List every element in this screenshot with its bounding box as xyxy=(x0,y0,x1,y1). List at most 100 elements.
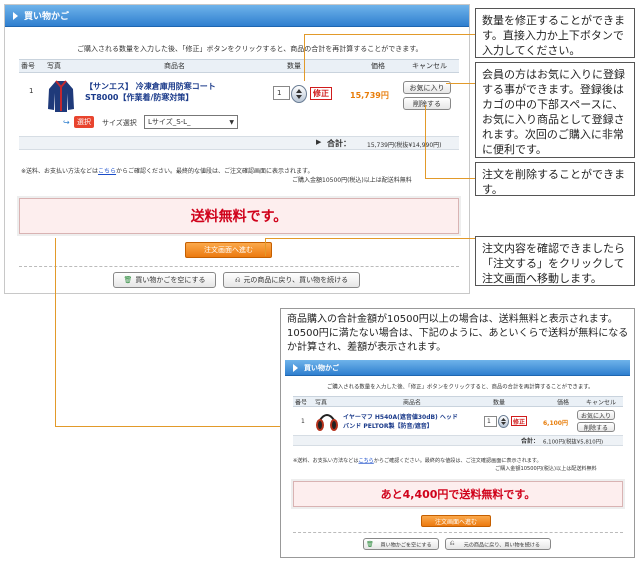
ex-item-price: 6,100円 xyxy=(543,420,568,427)
ex-free-shipping-threshold: ご購入金額10500円(税込)以上は配送料無料 xyxy=(495,465,597,472)
example-title: 買い物かご xyxy=(304,363,339,372)
ex-col-photo: 写真 xyxy=(315,399,328,406)
ex-col-price: 価格 xyxy=(557,399,570,406)
ex-quantity-input[interactable]: 1 xyxy=(484,416,497,427)
ex-item-name-line2: バンド PELTOR製【防音/遮音】 xyxy=(343,423,433,430)
favorite-button[interactable]: お気に入り xyxy=(403,81,451,94)
shipping-info-link[interactable]: こちら xyxy=(98,168,116,175)
option-badge: 選択 xyxy=(74,116,94,128)
example-header: 買い物かご xyxy=(285,360,630,376)
col-name: 商品名 xyxy=(164,62,185,70)
ex-col-quantity: 数量 xyxy=(493,399,506,406)
leader-fav-h xyxy=(446,83,475,84)
leader-qty-v xyxy=(304,34,305,81)
col-price: 価格 xyxy=(371,62,385,70)
leader-del-h xyxy=(425,178,475,179)
ex-empty-cart-label: 買い物かごを空にする xyxy=(380,541,432,548)
ex-free-shipping-box: あと4,400円で送料無料です。 xyxy=(291,479,625,509)
free-shipping-threshold: ご購入金額10500円(税込)以上は配送料無料 xyxy=(292,177,412,184)
size-select[interactable]: Lサイズ_S-L_ ▼ xyxy=(144,115,238,129)
col-quantity: 数量 xyxy=(287,62,301,70)
cart-title: 買い物かご xyxy=(24,12,70,22)
back-icon: ⎌ xyxy=(234,275,241,284)
note-quantity: 数量を修正することができます。直接入力か上下ボタンで入力してください。 xyxy=(475,8,635,58)
leader-order-h xyxy=(265,238,475,239)
earmuff-photo[interactable] xyxy=(315,410,339,434)
note-order: 注文内容を確認できましたら「注文する」をクリックして注文画面へ移動します。 xyxy=(475,236,635,286)
col-number: 番号 xyxy=(21,62,35,70)
divider xyxy=(19,266,459,267)
empty-cart-label: 買い物かごを空にする xyxy=(135,276,206,284)
leader-qty-h xyxy=(304,34,475,35)
example-panel: 商品購入の合計金額が10500円以上の場合は、送料無料と表示されます。10500… xyxy=(280,308,635,558)
cart-panel: 買い物かご ご購入される数量を入力した後、「修正」ボタンをクリックすると、商品の… xyxy=(4,4,470,294)
col-photo: 写真 xyxy=(47,62,61,70)
example-instructions: ご購入される数量を入力した後、「修正」ボタンをクリックすると、商品の合計を再計算… xyxy=(327,383,594,391)
item-price: 15,739円 xyxy=(350,91,389,100)
continue-label: 元の商品に戻り、買い物を続ける xyxy=(243,276,349,284)
ex-fix-button[interactable]: 修正 xyxy=(511,416,527,426)
item-name[interactable]: 【サンエス】 冷凍倉庫用防寒コート ST8000【作業着/防寒対策】 xyxy=(85,81,216,103)
size-label: サイズ選択 xyxy=(102,119,137,127)
size-select-value: Lサイズ_S-L_ xyxy=(148,118,191,126)
item-name-line1: 【サンエス】 冷凍倉庫用防寒コート xyxy=(85,82,216,91)
ex-col-name: 商品名 xyxy=(403,399,422,406)
ex-shipping-note: ※送料、お支払い方法などはこちらからご確認ください。最終的な値段は、ご注文確認画… xyxy=(293,456,542,464)
ex-favorite-button[interactable]: お気に入り xyxy=(577,410,615,420)
empty-cart-button[interactable]: 🗑 買い物かごを空にする xyxy=(113,272,216,288)
col-cancel: キャンセル xyxy=(412,62,447,70)
note-favorite: 会員の方はお気に入りに登録する事ができます。登録後はカゴの中の下部スペースに、お… xyxy=(475,62,635,158)
ex-free-shipping-message: あと4,400円で送料無料です。 xyxy=(380,488,536,501)
cart-table-header: 番号 写真 商品名 数量 価格 キャンセル xyxy=(19,59,459,73)
quantity-input[interactable]: 1 xyxy=(273,86,290,100)
total-value: 15,739円(税抜¥14,990円) xyxy=(367,142,442,149)
leader-ship-v xyxy=(55,238,56,426)
ex-divider xyxy=(293,532,623,533)
note-shipping: 商品購入の合計金額が10500円以上の場合は、送料無料と表示されます。10500… xyxy=(287,314,629,353)
ex-continue-label: 元の商品に戻り、買い物を続ける xyxy=(463,541,540,548)
ex-back-icon: ⎌ xyxy=(449,540,455,547)
delete-button[interactable]: 削除する xyxy=(403,97,451,110)
ex-shipping-note-a: ※送料、お支払い方法などは xyxy=(293,457,359,464)
ex-continue-shopping-button[interactable]: ⎌ 元の商品に戻り、買い物を続ける xyxy=(445,538,551,550)
ex-shipping-note-b: からご確認ください。最終的な値段は、ご注文確認画面に表示されます。 xyxy=(373,457,542,464)
shipping-note: ※送料、お支払い方法などはこちらからご確認ください。最終的な値段は、ご注文確認画… xyxy=(21,166,313,175)
ex-empty-cart-button[interactable]: 🗑 買い物かごを空にする xyxy=(363,538,439,550)
example-header-arrow-icon xyxy=(293,363,298,372)
note-delete: 注文を削除することができます。 xyxy=(475,162,635,196)
chevron-down-icon: ▼ xyxy=(229,118,234,126)
ex-quantity-spinner[interactable] xyxy=(498,415,509,428)
ex-order-button[interactable]: 注文画面へ進む xyxy=(421,515,491,527)
ex-spinner-arrows-icon xyxy=(501,418,506,425)
option-arrow-icon: ↪ xyxy=(63,118,70,127)
leader-ship-h xyxy=(55,426,281,427)
fix-button[interactable]: 修正 xyxy=(310,87,332,100)
leader-order-v xyxy=(265,238,266,256)
item-number: 1 xyxy=(29,87,34,95)
total-arrow-icon: ▶ xyxy=(316,138,322,146)
cart-header: 買い物かご xyxy=(5,5,469,27)
total-label: 合計： xyxy=(327,139,351,148)
ex-item-number: 1 xyxy=(301,418,305,425)
leader-del-v xyxy=(425,105,426,178)
order-button[interactable]: 注文画面へ進む xyxy=(185,242,272,258)
quantity-spinner[interactable] xyxy=(291,85,307,103)
item-name-line2: ST8000【作業着/防寒対策】 xyxy=(85,93,194,102)
ex-col-cancel: キャンセル xyxy=(586,399,617,406)
ex-delete-button[interactable]: 削除する xyxy=(577,422,615,432)
ex-total-label: 合計： xyxy=(521,438,540,445)
shipping-note-a: ※送料、お支払い方法などは xyxy=(21,168,99,175)
example-table-header: 番号 写真 商品名 数量 価格 キャンセル xyxy=(293,396,623,407)
coat-photo[interactable] xyxy=(47,79,75,113)
ex-item-name[interactable]: イヤーマフ H540A(遮音値30dB) ヘッド バンド PELTOR製【防音/… xyxy=(343,413,458,431)
ex-trash-icon: 🗑 xyxy=(366,540,374,548)
ex-total-value: 6,100円(税抜¥5,810円) xyxy=(543,438,604,446)
free-shipping-message: 送料無料です。 xyxy=(190,209,288,225)
ex-shipping-info-link[interactable]: こちら xyxy=(358,458,373,464)
spinner-arrows-icon xyxy=(296,89,302,99)
free-shipping-box: 送料無料です。 xyxy=(17,196,461,236)
ex-col-number: 番号 xyxy=(295,399,308,406)
trash-icon: 🗑 xyxy=(123,276,133,284)
continue-shopping-button[interactable]: ⎌ 元の商品に戻り、買い物を続ける xyxy=(223,272,360,288)
cart-instructions: ご購入される数量を入力した後、「修正」ボタンをクリックすると、商品の合計を再計算… xyxy=(77,45,423,53)
